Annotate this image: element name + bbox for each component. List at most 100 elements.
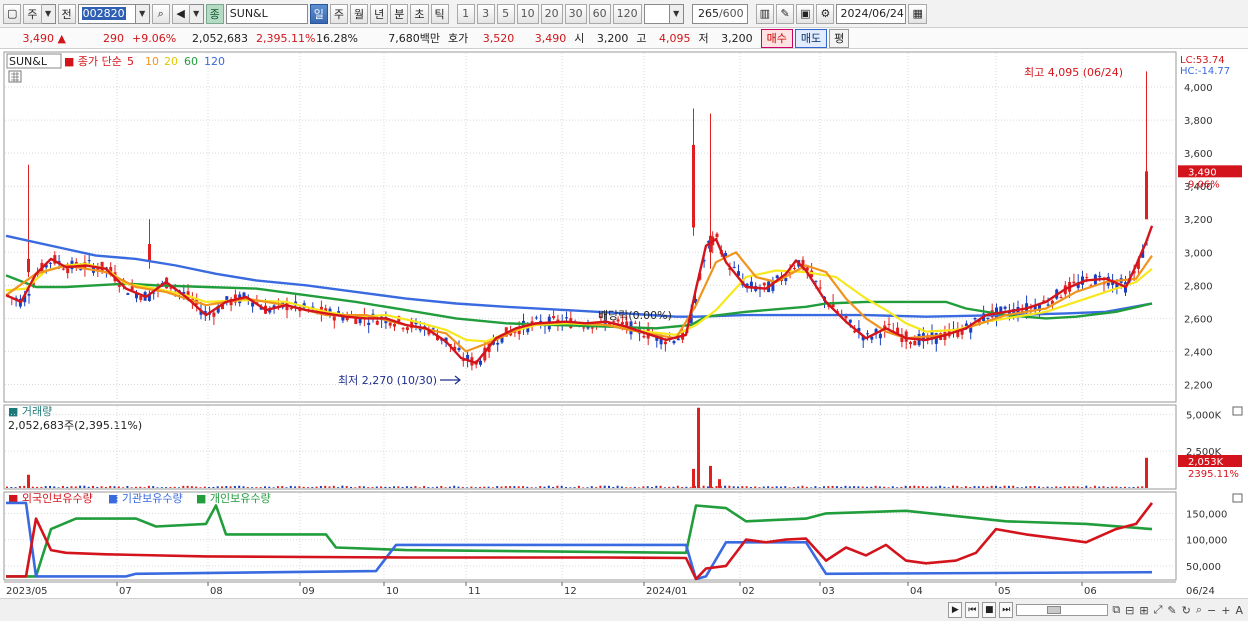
candle-body <box>715 233 719 238</box>
volume-bar <box>582 487 585 488</box>
candle-body <box>642 335 646 338</box>
date-input[interactable]: 2024/06/24 <box>836 3 907 24</box>
volume-bar <box>646 486 649 488</box>
last-page-icon[interactable]: ⏭ <box>999 602 1014 618</box>
window-icon[interactable]: ▢ <box>3 3 22 24</box>
zoom-slider-thumb[interactable] <box>1047 606 1062 614</box>
volume-bar <box>1115 486 1118 488</box>
volume-bar <box>139 486 142 488</box>
stock-chart[interactable]: 4,0003,8003,6003,4003,2003,0002,8002,600… <box>0 49 1248 598</box>
volume-close-icon[interactable] <box>1232 406 1243 416</box>
spike-body <box>1145 171 1148 220</box>
buy-button[interactable]: 매수 <box>760 28 793 48</box>
candle-body <box>582 327 586 329</box>
font-size-icon[interactable]: A <box>1234 604 1244 617</box>
legend-individual: ■ 개인보유수량 <box>196 492 271 505</box>
high-price: 4,095 <box>659 31 691 45</box>
zoom-out-icon[interactable]: − <box>1206 604 1217 617</box>
period-year-tab[interactable]: 년 <box>370 3 389 24</box>
interval-dropdown-icon[interactable]: ▼ <box>669 3 684 24</box>
average-button[interactable]: 평 <box>829 28 850 48</box>
volume-bar <box>375 486 378 488</box>
indicator-icon[interactable]: ▥ <box>755 3 775 24</box>
split-icon[interactable]: ⊟ <box>1124 604 1135 617</box>
gear-icon[interactable]: ⚙ <box>816 3 835 24</box>
volume-bar <box>281 486 284 488</box>
volume-bar <box>461 487 464 488</box>
candle-body <box>534 317 538 319</box>
volume-bar <box>190 486 193 488</box>
first-page-icon[interactable]: ⏮ <box>965 602 980 618</box>
volume-bar <box>160 487 163 488</box>
interval-60-button[interactable]: 60 <box>588 3 611 24</box>
volume-bar <box>642 486 645 488</box>
zoom-slider[interactable] <box>1016 604 1109 616</box>
volume-bar <box>926 486 929 488</box>
interval-3-button[interactable]: 3 <box>476 3 495 24</box>
candle-body <box>818 287 822 289</box>
code-dropdown-icon[interactable]: ▼ <box>135 3 150 24</box>
refresh-icon[interactable]: ↻ <box>1181 604 1192 617</box>
volume-bar <box>977 486 980 488</box>
volume-bar <box>238 485 241 488</box>
draw-tool-icon[interactable]: ✎ <box>776 3 795 24</box>
edit-icon[interactable]: ✎ <box>1166 604 1177 617</box>
mode-prev-button[interactable]: 전 <box>57 3 76 24</box>
volume-bar <box>109 485 112 488</box>
interval-5-button[interactable]: 5 <box>496 3 515 24</box>
x-tick-label: 08 <box>210 586 223 597</box>
chevron-down-icon[interactable]: ▼ <box>41 3 56 24</box>
volume-bar <box>754 486 757 488</box>
interval-120-button[interactable]: 120 <box>612 3 642 24</box>
period-second-tab[interactable]: 초 <box>410 3 429 24</box>
scroll-right-icon[interactable]: ▶ <box>948 602 963 618</box>
interval-custom-input[interactable] <box>643 3 670 24</box>
holdings-close-icon[interactable] <box>1232 493 1243 503</box>
count-input[interactable]: 265/600 <box>691 3 748 24</box>
stock-code-input[interactable]: 002820 <box>77 3 136 24</box>
volume-bar <box>663 487 666 488</box>
volume-bar <box>61 486 64 488</box>
zoom-icon[interactable]: ⌕ <box>1195 603 1203 617</box>
save-icon[interactable]: ▣ <box>796 3 815 24</box>
period-minute-tab[interactable]: 분 <box>390 3 409 24</box>
volume-bar <box>311 487 314 488</box>
x-tick-label: 11 <box>468 586 481 597</box>
volume-bar <box>835 486 838 488</box>
candle-body <box>1098 275 1102 278</box>
period-tick-tab[interactable]: 틱 <box>430 3 449 24</box>
period-month-tab[interactable]: 월 <box>350 3 369 24</box>
expand-icon[interactable]: ⤢ <box>1153 603 1164 617</box>
interval-20-button[interactable]: 20 <box>540 3 563 24</box>
volume-bar <box>651 487 653 488</box>
layout-icon[interactable]: ⧉ <box>1111 603 1121 617</box>
x-tick-label: 06 <box>1084 586 1097 597</box>
low-annotation: 최저 2,270 (10/30) <box>338 374 437 387</box>
zoom-in-icon[interactable]: + <box>1220 604 1231 617</box>
volume-bar <box>36 486 39 488</box>
volume-bar <box>870 486 873 488</box>
volume-bar <box>57 487 60 488</box>
volume-bar <box>332 485 335 488</box>
stop-icon[interactable]: ■ <box>982 602 997 618</box>
price-axis: 4,0003,8003,6003,4003,2003,0002,8002,600… <box>1184 83 1213 391</box>
mode-select[interactable]: 주 <box>23 3 42 24</box>
stock-name-field[interactable]: SUN&L <box>225 3 308 24</box>
interval-1-button[interactable]: 1 <box>456 3 475 24</box>
speaker-dropdown-icon[interactable]: ▼ <box>189 3 204 24</box>
calendar-icon[interactable]: ▦ <box>908 3 927 24</box>
interval-10-button[interactable]: 10 <box>516 3 539 24</box>
speaker-icon[interactable]: ◀ <box>171 3 190 24</box>
volume-bar <box>724 485 727 488</box>
search-icon[interactable]: ⌕ <box>151 3 170 24</box>
candle-body <box>663 341 667 345</box>
interval-30-button[interactable]: 30 <box>564 3 587 24</box>
volume-bar <box>857 486 860 488</box>
compare-icon[interactable]: ⊞ <box>1138 604 1149 617</box>
low-price: 3,200 <box>721 31 753 45</box>
volume-bar <box>152 486 155 488</box>
period-day-tab[interactable]: 일 <box>309 3 328 24</box>
candle-body <box>913 340 917 346</box>
sell-button[interactable]: 매도 <box>794 28 828 48</box>
period-week-tab[interactable]: 주 <box>329 3 349 24</box>
